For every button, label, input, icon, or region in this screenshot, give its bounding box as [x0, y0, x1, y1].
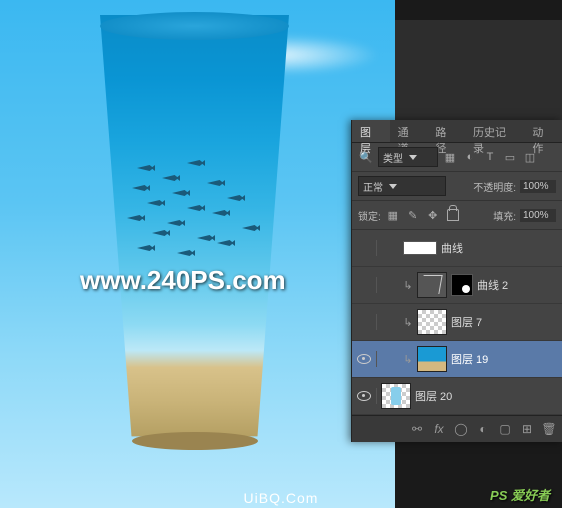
layer-thumb[interactable]	[381, 383, 411, 409]
layer-row[interactable]: 图层 20	[352, 378, 562, 415]
filter-row: 🔍 类型 ▦ ◐ T ▭ ◫	[352, 143, 562, 172]
layer-list: 曲线 ↳ 曲线 2 ↳ 图层 7 ↳ 图层 19	[352, 230, 562, 415]
tab-history[interactable]: 历史记录	[465, 120, 524, 142]
document-canvas: www.240PS.com	[0, 0, 395, 508]
filter-shape-icon[interactable]: ▭	[502, 149, 518, 165]
layer-name[interactable]: 曲线 2	[477, 277, 508, 293]
layer-mask[interactable]	[403, 241, 437, 255]
tab-actions[interactable]: 动作	[524, 120, 562, 142]
workspace-bg	[395, 20, 562, 120]
delete-icon[interactable]: 🗑	[542, 421, 556, 437]
layer-name[interactable]: 图层 19	[451, 351, 488, 367]
visibility-toggle[interactable]	[356, 351, 372, 367]
clip-icon: ↳	[403, 353, 413, 366]
footer-url: UiBQ.Com	[244, 490, 319, 506]
blend-mode-value: 正常	[363, 179, 383, 194]
lock-all-icon[interactable]	[445, 207, 461, 223]
tab-channels[interactable]: 通道	[390, 120, 428, 142]
lock-row: 锁定: ▦ ✎ ✥ 填充: 100%	[352, 201, 562, 230]
layer-row[interactable]: ↳ 图层 19	[352, 341, 562, 378]
fill-label: 填充:	[493, 208, 516, 223]
filter-smart-icon[interactable]: ◫	[522, 149, 538, 165]
clip-icon: ↳	[403, 279, 413, 292]
layer-row[interactable]: ↳ 图层 7	[352, 304, 562, 341]
adjustment-icon[interactable]: ◐	[476, 421, 490, 437]
visibility-toggle[interactable]	[356, 314, 372, 330]
group-icon[interactable]: ▢	[498, 421, 512, 437]
layer-name[interactable]: 曲线	[441, 240, 463, 256]
layers-panel: 图层 通道 路径 历史记录 动作 🔍 类型 ▦ ◐ T ▭ ◫ 正常 不透明度:…	[351, 120, 562, 442]
visibility-toggle[interactable]	[356, 277, 372, 293]
new-layer-icon[interactable]: ⊞	[520, 421, 534, 437]
watermark-text: www.240PS.com	[80, 265, 286, 296]
layer-row[interactable]: ↳ 曲线 2	[352, 267, 562, 304]
layer-name[interactable]: 图层 7	[451, 314, 482, 330]
panel-footer: ⚯ fx ◯ ◐ ▢ ⊞ 🗑	[352, 415, 562, 442]
mask-icon[interactable]: ◯	[454, 421, 468, 437]
cup-base	[132, 432, 258, 450]
footer-url-wrap: UiBQ.Com	[0, 490, 562, 506]
layer-name[interactable]: 图层 20	[415, 388, 452, 404]
tab-paths[interactable]: 路径	[427, 120, 465, 142]
search-icon[interactable]: 🔍	[358, 149, 374, 165]
lock-label: 锁定:	[358, 208, 381, 223]
fish-school	[117, 155, 277, 275]
opacity-value[interactable]: 100%	[520, 180, 556, 193]
opacity-label: 不透明度:	[473, 179, 516, 194]
layer-mask[interactable]	[451, 274, 473, 296]
visibility-toggle[interactable]	[356, 240, 372, 256]
cup-composite	[82, 15, 307, 445]
visibility-toggle[interactable]	[356, 388, 372, 404]
lock-transparency-icon[interactable]: ▦	[385, 207, 401, 223]
filter-type-dropdown[interactable]: 类型	[378, 147, 438, 167]
fx-icon[interactable]: fx	[432, 421, 446, 437]
filter-label: 类型	[383, 150, 403, 165]
fill-value[interactable]: 100%	[520, 209, 556, 222]
blend-row: 正常 不透明度: 100%	[352, 172, 562, 201]
layer-thumb[interactable]	[417, 272, 447, 298]
lock-pixels-icon[interactable]: ✎	[405, 207, 421, 223]
layer-thumb[interactable]	[417, 346, 447, 372]
filter-adjust-icon[interactable]: ◐	[462, 149, 478, 165]
lock-position-icon[interactable]: ✥	[425, 207, 441, 223]
layer-row[interactable]: 曲线	[352, 230, 562, 267]
tab-layers[interactable]: 图层	[352, 120, 390, 142]
layer-thumb[interactable]	[417, 309, 447, 335]
panel-tabs: 图层 通道 路径 历史记录 动作	[352, 120, 562, 143]
filter-pixel-icon[interactable]: ▦	[442, 149, 458, 165]
clip-icon: ↳	[403, 316, 413, 329]
blend-mode-dropdown[interactable]: 正常	[358, 176, 446, 196]
filter-text-icon[interactable]: T	[482, 149, 498, 165]
cup-rim	[100, 12, 289, 40]
link-layers-icon[interactable]: ⚯	[410, 421, 424, 437]
